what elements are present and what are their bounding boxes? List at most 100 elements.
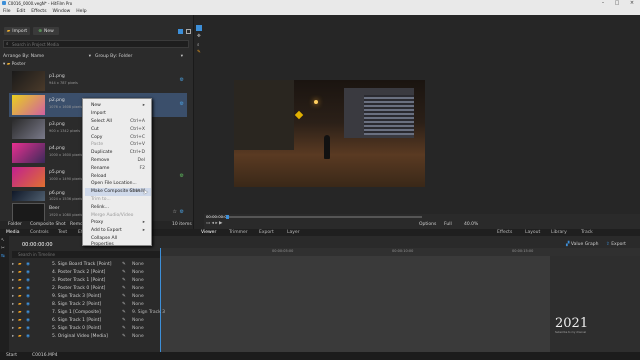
arrange-dropdown[interactable]: Arrange By: Name ▾	[3, 54, 93, 61]
eye-icon[interactable]: ◉	[26, 262, 30, 267]
track-row[interactable]: ▸ ▰ ◉ 6. Sign Track 1 [Point] ✎ None	[10, 316, 170, 324]
tab-media[interactable]: Media	[6, 230, 20, 235]
new-folder-button[interactable]: Folder	[8, 222, 22, 227]
tab-export[interactable]: Export	[259, 230, 274, 235]
value-graph-button[interactable]: ▞ Value Graph	[566, 242, 599, 247]
track-row[interactable]: ▸ ▰ ◉ 4. Poster Track 2 [Point] ✎ None	[10, 268, 170, 276]
track-parent[interactable]: 9. Sign Track 3	[132, 310, 165, 315]
group-dropdown[interactable]: Group By: Folder ▾	[95, 54, 185, 61]
timeline-search[interactable]	[12, 251, 160, 258]
menu-item-import[interactable]: Import	[91, 110, 151, 118]
select-tool-icon[interactable]	[196, 25, 202, 31]
lock-icon[interactable]: ▰	[18, 310, 21, 315]
zoom-tool-icon[interactable]: ⌕	[197, 42, 200, 48]
star-icon[interactable]: ☆	[173, 209, 177, 215]
lock-icon[interactable]: ▰	[18, 334, 21, 339]
track-parent[interactable]: None	[132, 286, 144, 291]
tab-library[interactable]: Library	[551, 230, 567, 235]
gear-icon[interactable]: ⚙	[180, 173, 184, 179]
tab-layout[interactable]: Layout	[525, 230, 540, 235]
minimize-icon[interactable]: –	[596, 0, 610, 7]
timeline-search-input[interactable]	[18, 251, 158, 257]
menu-window[interactable]: Window	[53, 9, 71, 14]
menu-item-add-export[interactable]: Add to Export ▸	[91, 227, 151, 235]
pick-whip-icon[interactable]: ✎	[122, 310, 126, 315]
tab-controls[interactable]: Controls	[30, 230, 49, 235]
panel-menu-icon[interactable]	[186, 29, 191, 34]
razor-tool-icon[interactable]: ✂	[1, 246, 5, 251]
pick-whip-icon[interactable]: ✎	[122, 302, 126, 307]
scrub-bar[interactable]	[226, 215, 422, 219]
lock-icon[interactable]: ▰	[18, 262, 21, 267]
track-area[interactable]	[160, 256, 550, 352]
tab-start[interactable]: Start	[6, 353, 17, 358]
pick-whip-icon[interactable]: ✎	[122, 326, 126, 331]
folder-row-poster[interactable]: ▾ ▰ Poster	[3, 62, 189, 68]
menu-edit[interactable]: Edit	[17, 9, 26, 14]
options-dropdown[interactable]: Options	[419, 222, 436, 227]
menu-item-select-all[interactable]: Select All Ctrl+A	[91, 118, 151, 126]
menu-item-open-location[interactable]: Open File Location...	[91, 180, 151, 188]
pick-whip-icon[interactable]: ✎	[122, 278, 126, 283]
track-row[interactable]: ▸ ▰ ◉ 9. Sign Track 3 [Point] ✎ None	[10, 292, 170, 300]
menu-item-relink[interactable]: Relink...	[91, 203, 151, 211]
eye-icon[interactable]: ◉	[26, 286, 30, 291]
panel-toggle-icon[interactable]	[178, 29, 183, 34]
lock-icon[interactable]: ▰	[18, 302, 21, 307]
track-parent[interactable]: None	[132, 334, 144, 339]
menu-item-cut[interactable]: Cut Ctrl+X	[91, 125, 151, 133]
track-parent[interactable]: None	[132, 302, 144, 307]
media-search[interactable]: ⌕	[3, 40, 189, 48]
eye-icon[interactable]: ◉	[26, 334, 30, 339]
menu-item-new[interactable]: New ▸	[91, 102, 151, 110]
export-button[interactable]: ⇪ Export	[606, 242, 626, 247]
pick-whip-icon[interactable]: ✎	[122, 334, 126, 339]
menu-item-properties[interactable]: Properties	[91, 242, 151, 247]
eye-icon[interactable]: ◉	[26, 318, 30, 323]
playhead[interactable]	[226, 215, 229, 219]
pick-whip-icon[interactable]: ✎	[122, 318, 126, 323]
slip-tool-icon[interactable]: ↹	[1, 254, 5, 259]
tab-track[interactable]: Track	[581, 230, 593, 235]
zoom-dropdown[interactable]: 40.0%	[464, 222, 478, 227]
import-button[interactable]: ▰ Import	[4, 27, 30, 35]
menu-item-proxy[interactable]: Proxy ▸	[91, 219, 151, 227]
track-parent[interactable]: None	[132, 278, 144, 283]
tab-trimmer[interactable]: Trimmer	[229, 230, 248, 235]
pick-whip-icon[interactable]: ✎	[122, 262, 126, 267]
play-button[interactable]: ▭ ◂ ▸ ▶	[206, 221, 223, 226]
track-parent[interactable]: None	[132, 262, 144, 267]
pick-whip-icon[interactable]: ✎	[122, 286, 126, 291]
pan-tool-icon[interactable]: ✥	[197, 34, 201, 39]
track-parent[interactable]: None	[132, 326, 144, 331]
eye-icon[interactable]: ◉	[26, 310, 30, 315]
menu-effects[interactable]: Effects	[31, 9, 46, 14]
pick-whip-icon[interactable]: ✎	[122, 294, 126, 299]
tab-layer[interactable]: Layer	[287, 230, 300, 235]
composite-shot-button[interactable]: Composite Shot	[30, 222, 66, 227]
media-search-input[interactable]	[12, 41, 182, 47]
menu-help[interactable]: Help	[76, 9, 86, 14]
track-parent[interactable]: None	[132, 270, 144, 275]
eye-icon[interactable]: ◉	[26, 278, 30, 283]
track-row[interactable]: ▸ ▰ ◉ 5. Original Video [Media] ✎ None	[10, 332, 170, 340]
maximize-icon[interactable]: □	[610, 0, 624, 7]
track-row[interactable]: ▸ ▰ ◉ 3. Poster Track 1 [Point] ✎ None	[10, 276, 170, 284]
menu-item-duplicate[interactable]: Duplicate Ctrl+D	[91, 149, 151, 157]
lock-icon[interactable]: ▰	[18, 318, 21, 323]
eye-icon[interactable]: ◉	[26, 294, 30, 299]
track-row[interactable]: ▸ ▰ ◉ 7. Sign 1 [Composite] ✎ 9. Sign Tr…	[10, 308, 170, 316]
track-parent[interactable]: None	[132, 294, 144, 299]
select-tool-icon[interactable]: ↖	[1, 238, 5, 243]
menu-item-rename[interactable]: Rename F2	[91, 164, 151, 172]
tab-viewer[interactable]: Viewer	[201, 230, 216, 235]
track-row[interactable]: ▸ ▰ ◉ 5. Sign Track 0 [Point] ✎ None	[10, 324, 170, 332]
ruler[interactable]: 00:00:05:00 00:00:10:00 00:00:15:00	[160, 248, 640, 256]
menu-item-make-composite[interactable]: Make Composite Shot... Ctrl+M	[85, 187, 151, 196]
eye-icon[interactable]: ◉	[26, 270, 30, 275]
menu-item-copy[interactable]: Copy Ctrl+C	[91, 133, 151, 141]
track-parent[interactable]: None	[132, 318, 144, 323]
menu-item-remove[interactable]: Remove Del	[91, 157, 151, 165]
track-row[interactable]: ▸ ▰ ◉ 8. Sign Track 2 [Point] ✎ None	[10, 300, 170, 308]
tab-effects[interactable]: Effects	[497, 230, 512, 235]
